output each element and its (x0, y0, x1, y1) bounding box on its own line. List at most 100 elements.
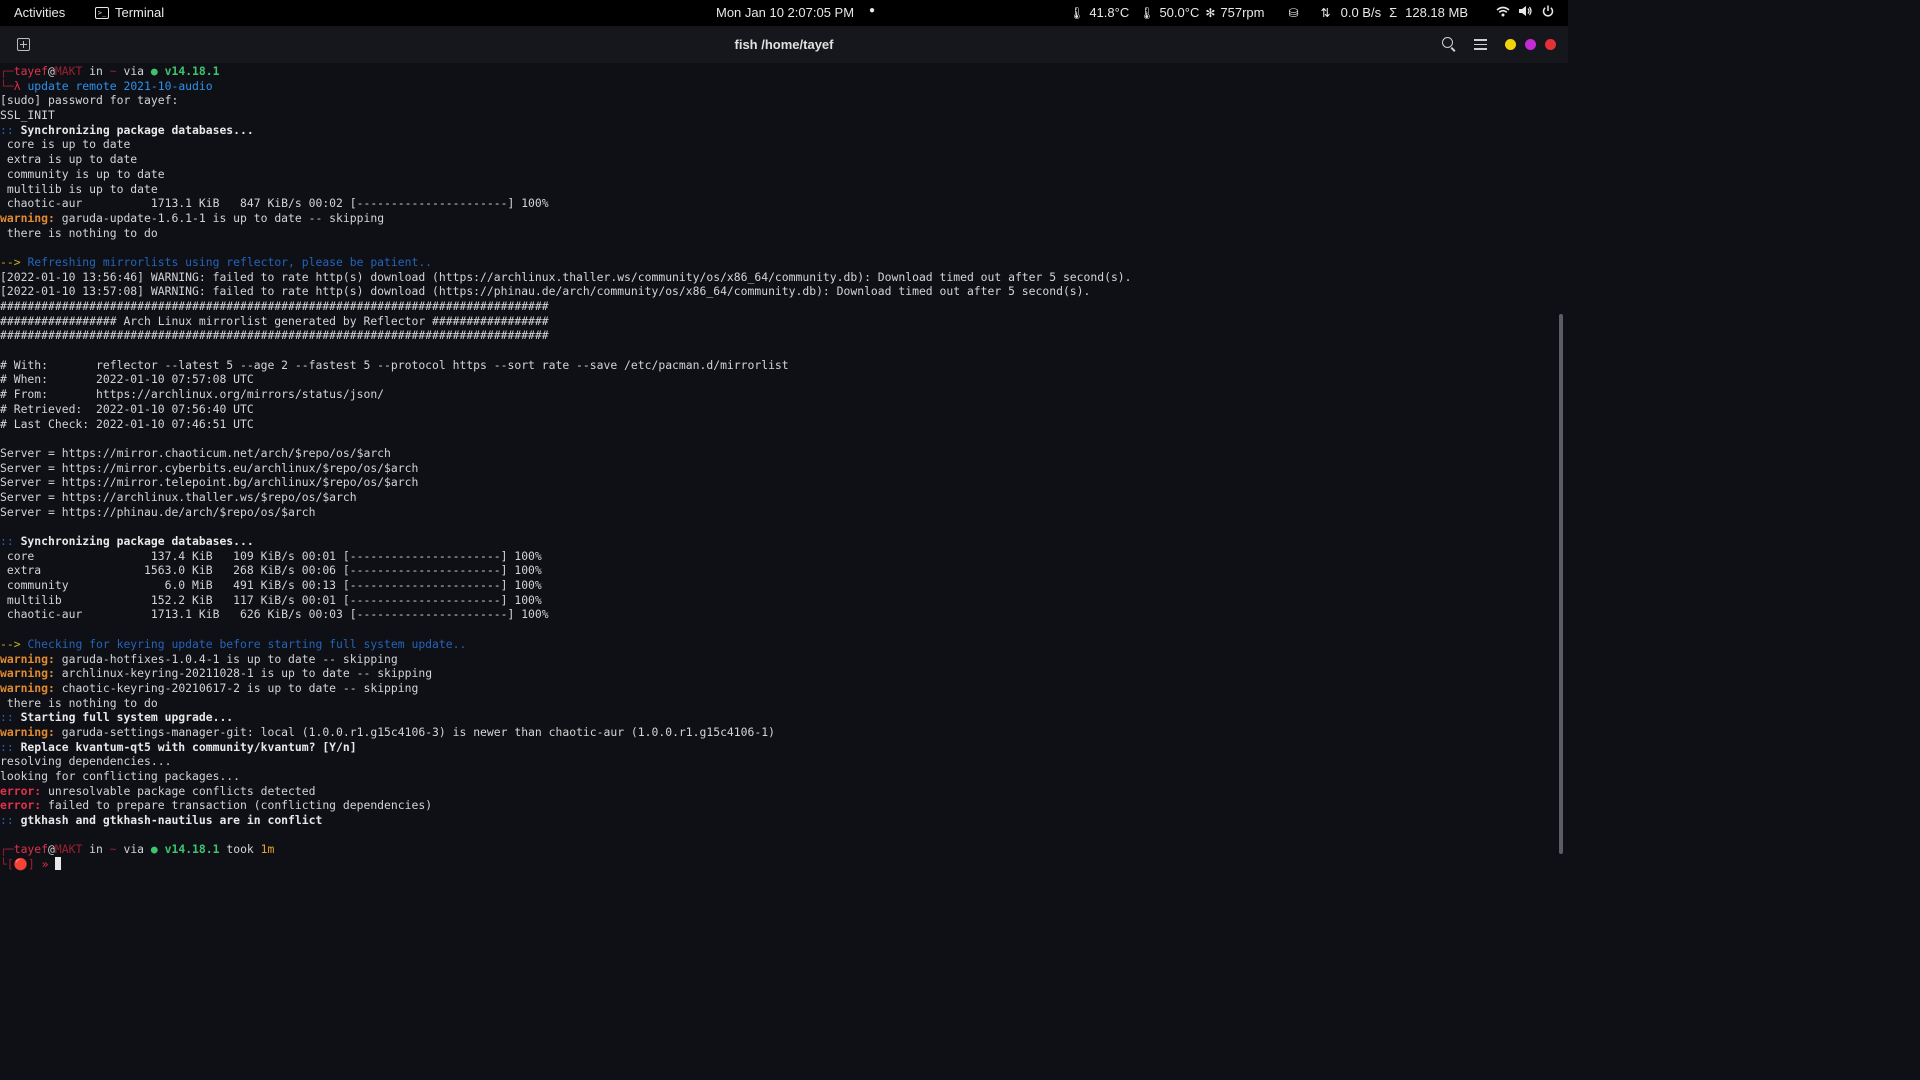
prompt-host: MAKT (54, 64, 83, 78)
activities-button[interactable]: Activities (14, 5, 65, 20)
prompt-user: tayef (13, 64, 49, 78)
search-icon[interactable] (1442, 37, 1453, 48)
thermometer-icon: 🌡 (1139, 5, 1155, 20)
terminal-header-bar: fish /home/tayef (0, 26, 1568, 63)
command-word: update (27, 78, 69, 93)
output-line: extra 1563.0 KiB 268 KiB/s 00:06 [------… (0, 563, 542, 578)
terminal-icon: >_ (95, 6, 109, 19)
prompt-user: tayef (13, 842, 49, 857)
node-version: v14.18.1 (164, 64, 220, 78)
prompt-line: ┌─tayef@MAKT in ~ via ● v14.18.1 took 1m (0, 842, 275, 857)
text-cursor[interactable] (55, 857, 62, 871)
warning-line: warning: archlinux-keyring-20211028-1 is… (0, 666, 433, 681)
terminal-output[interactable]: ┌─tayef@MAKT in ~ via ● v14.18.1 └─λ upd… (0, 63, 1558, 883)
volume-icon[interactable] (1518, 5, 1532, 20)
output-line: [sudo] password for tayef: (0, 93, 179, 108)
output-line: Server = https://archlinux.thaller.ws/$r… (0, 489, 357, 504)
prompt-line: ┌─tayef@MAKT in ~ via ● v14.18.1 (0, 64, 220, 78)
app-menu-terminal[interactable]: >_ Terminal (95, 5, 164, 20)
prompt-dir: ~ (109, 842, 117, 857)
window-title: fish /home/tayef (734, 37, 834, 52)
warning-line: warning: chaotic-keyring-20210617-2 is u… (0, 680, 419, 695)
maximize-button[interactable] (1525, 39, 1536, 50)
cpu-temp: 41.8°C (1089, 5, 1130, 20)
output-line: # From: https://archlinux.org/mirrors/st… (0, 387, 385, 402)
power-icon[interactable] (1542, 5, 1554, 20)
thermometer-icon: 🌡 (1069, 5, 1085, 20)
prompt-dir: ~ (109, 64, 117, 78)
status-area[interactable]: 🌡 41.8°C 🌡 50.0°C ✻ 757rpm ⛁ ⇅ 0.0 B/s Σ… (1069, 5, 1554, 20)
warning-line: warning: garuda-settings-manager-git: lo… (0, 724, 775, 739)
output-line: community is up to date (0, 166, 165, 181)
output-line: Server = https://mirror.chaoticum.net/ar… (0, 445, 391, 460)
app-name: Terminal (115, 5, 165, 20)
prompt-arrow-icon: » (41, 857, 49, 872)
info-line: --> Checking for keyring update before s… (0, 636, 467, 651)
output-line: chaotic-aur 1713.1 KiB 626 KiB/s 00:03 [… (0, 607, 549, 622)
prompt-via: via (123, 64, 145, 78)
node-dot-icon: ● (150, 64, 158, 78)
output-line: Server = https://mirror.cyberbits.eu/arc… (0, 460, 419, 475)
wifi-icon[interactable] (1496, 5, 1510, 20)
output-line: extra is up to date (0, 152, 138, 167)
output-line: multilib 152.2 KiB 117 KiB/s 00:01 [----… (0, 592, 542, 607)
output-line: community 6.0 MiB 491 KiB/s 00:13 [-----… (0, 578, 542, 593)
command-line: └─λ update remote 2021-10-audio (0, 78, 213, 93)
prompt-in: in (89, 842, 103, 857)
output-line: SSL_INIT (0, 108, 55, 123)
output-line: :: Synchronizing package databases... (0, 534, 254, 548)
output-line: ################# Arch Linux mirrorlist … (0, 313, 549, 328)
output-line: ########################################… (0, 299, 549, 313)
output-line: # Retrieved: 2022-01-10 07:56:40 UTC (0, 401, 254, 416)
output-line: core 137.4 KiB 109 KiB/s 00:01 [--------… (0, 548, 542, 563)
input-prompt-line[interactable]: └[🔴] » (0, 857, 1558, 872)
system-top-bar: Activities >_ Terminal Mon Jan 10 2:07:0… (0, 0, 1568, 26)
command-args: remote 2021-10-audio (75, 78, 213, 93)
network-speed: 0.0 B/s (1340, 5, 1382, 20)
output-line: multilib is up to date (0, 181, 158, 196)
node-dot-icon: ● (150, 842, 158, 857)
network-icon: ⇅ (1320, 5, 1331, 20)
output-line: :: Synchronizing package databases... (0, 122, 254, 137)
output-line: Server = https://phinau.de/arch/$repo/os… (0, 504, 316, 519)
prompt-took: took (226, 842, 254, 857)
output-line: there is nothing to do (0, 225, 158, 240)
output-line: resolving dependencies... (0, 754, 172, 769)
output-line: # Last Check: 2022-01-10 07:46:51 UTC (0, 416, 254, 431)
error-status-icon: 🔴 (13, 857, 28, 872)
close-button[interactable] (1545, 39, 1556, 50)
output-line: ########################################… (0, 328, 549, 343)
hamburger-menu-icon[interactable] (1474, 39, 1487, 53)
info-line: --> Refreshing mirrorlists using reflect… (0, 254, 433, 269)
output-line: :: gtkhash and gtkhash-nautilus are in c… (0, 813, 323, 828)
output-line: there is nothing to do (0, 695, 158, 710)
output-line: core is up to date (0, 137, 131, 152)
lambda-icon: λ (13, 78, 21, 93)
gpu-temp: 50.0°C (1159, 5, 1200, 20)
minimize-button[interactable] (1505, 39, 1516, 50)
command-duration: 1m (260, 842, 275, 857)
fan-icon: ✻ (1205, 5, 1216, 20)
output-line: Server = https://mirror.telepoint.bg/arc… (0, 475, 419, 490)
fan-speed: 757rpm (1220, 5, 1265, 20)
error-line: error: failed to prepare transaction (co… (0, 798, 433, 813)
terminal-scrollbar[interactable] (1559, 314, 1563, 854)
output-line: [2022-01-10 13:57:08] WARNING: failed to… (0, 284, 1091, 299)
output-line: chaotic-aur 1713.1 KiB 847 KiB/s 00:02 [… (0, 196, 549, 211)
output-line: :: Replace kvantum-qt5 with community/kv… (0, 739, 357, 754)
clock[interactable]: Mon Jan 10 2:07:05 PM (716, 5, 854, 20)
warning-line: warning: garuda-hotfixes-1.0.4-1 is up t… (0, 651, 398, 666)
notification-dot: ● (869, 5, 876, 16)
error-line: error: unresolvable package conflicts de… (0, 783, 316, 798)
output-line: # With: reflector --latest 5 --age 2 --f… (0, 357, 789, 372)
warning-line: warning: garuda-update-1.6.1-1 is up to … (0, 210, 385, 225)
sigma-icon: Σ (1389, 5, 1398, 20)
node-version: v14.18.1 (164, 842, 220, 857)
gpu-icon: ⛁ (1288, 5, 1299, 20)
output-line: [2022-01-10 13:56:46] WARNING: failed to… (0, 269, 1132, 284)
prompt-in: in (89, 64, 103, 78)
